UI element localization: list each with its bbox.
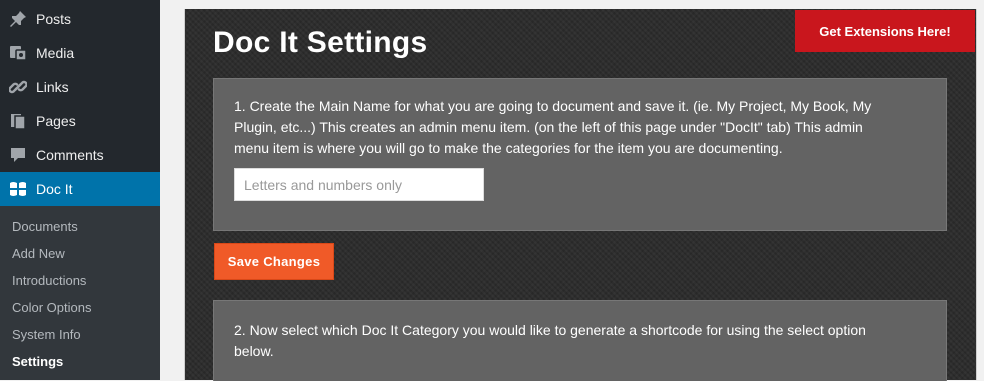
menu-item-pages[interactable]: Pages xyxy=(0,104,160,138)
menu-item-comments[interactable]: Comments xyxy=(0,138,160,172)
step-1-instructions: 1. Create the Main Name for what you are… xyxy=(234,98,872,156)
menu-item-label: Pages xyxy=(36,113,76,129)
comment-icon xyxy=(8,145,28,165)
active-menu-arrow xyxy=(149,176,160,196)
get-extensions-button[interactable]: Get Extensions Here! xyxy=(795,10,975,52)
submenu-item-system-info[interactable]: System Info xyxy=(12,327,81,342)
menu-item-doc-it[interactable]: Doc It xyxy=(0,172,160,206)
submenu-item-introductions[interactable]: Introductions xyxy=(12,273,86,288)
submenu-item-color-options[interactable]: Color Options xyxy=(12,300,91,315)
menu-item-media[interactable]: Media xyxy=(0,36,160,70)
step-2-instructions: 2. Now select which Doc It Category you … xyxy=(234,322,866,359)
admin-sidebar: Posts Media Links Pages Comments Doc It … xyxy=(0,0,160,380)
main-name-input[interactable] xyxy=(234,168,484,201)
step-2-box: 2. Now select which Doc It Category you … xyxy=(213,300,947,381)
menu-item-posts[interactable]: Posts xyxy=(0,2,160,36)
submenu-item-documents[interactable]: Documents xyxy=(12,219,78,234)
docit-icon xyxy=(8,179,28,199)
media-icon xyxy=(8,43,28,63)
link-icon xyxy=(8,77,28,97)
page-title: Doc It Settings xyxy=(213,26,428,59)
pin-icon xyxy=(8,9,28,29)
menu-item-links[interactable]: Links xyxy=(0,70,160,104)
save-changes-button[interactable]: Save Changes xyxy=(214,243,334,280)
menu-item-label: Doc It xyxy=(36,181,73,197)
menu-item-label: Comments xyxy=(36,147,104,163)
pages-icon xyxy=(8,111,28,131)
submenu-item-add-new[interactable]: Add New xyxy=(12,246,65,261)
step-1-box: 1. Create the Main Name for what you are… xyxy=(213,78,947,231)
submenu-item-settings[interactable]: Settings xyxy=(12,354,63,369)
doc-it-submenu: Documents Add New Introductions Color Op… xyxy=(0,206,160,380)
menu-item-label: Links xyxy=(36,79,69,95)
menu-item-label: Posts xyxy=(36,11,72,27)
menu-item-label: Media xyxy=(36,45,75,61)
